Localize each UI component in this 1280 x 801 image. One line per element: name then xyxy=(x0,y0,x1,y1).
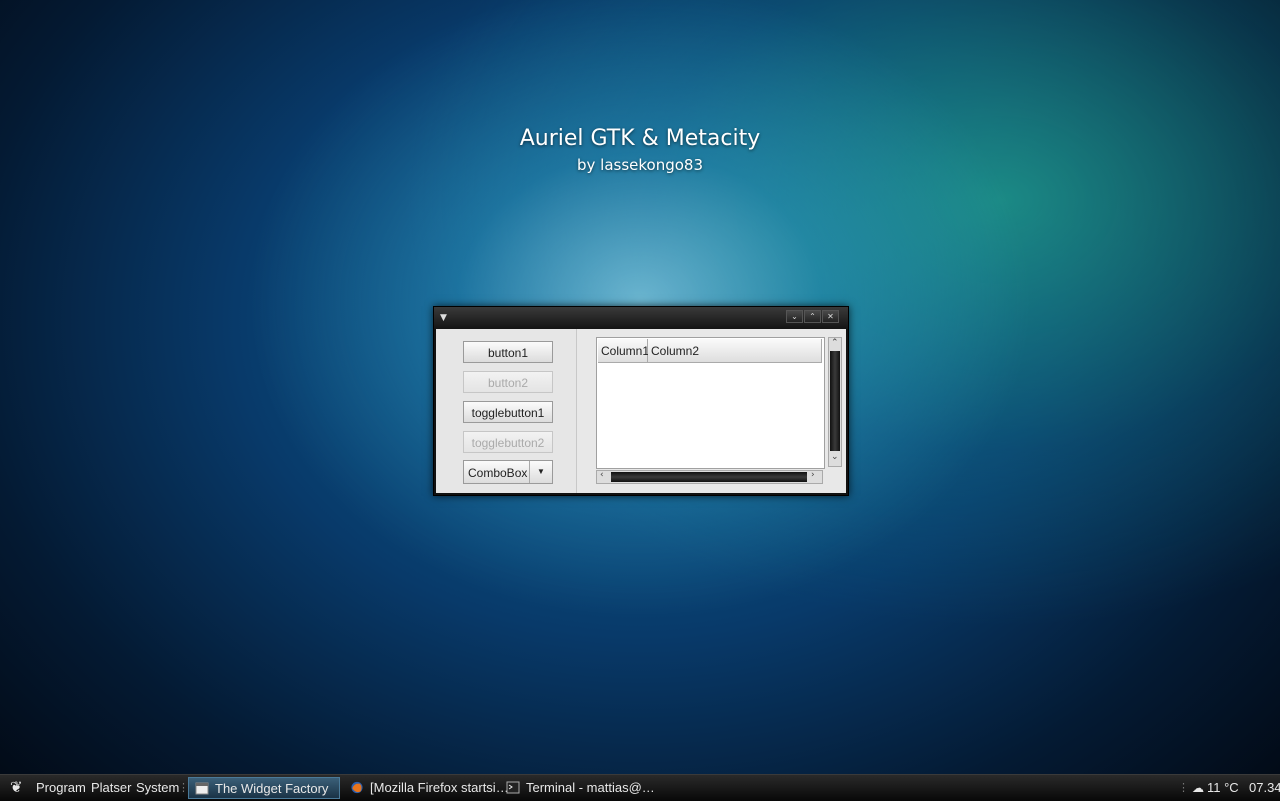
scroll-right-icon[interactable]: › xyxy=(811,470,815,480)
wallpaper-title: Auriel GTK & Metacity xyxy=(519,126,761,151)
button2-disabled: button2 xyxy=(463,371,553,393)
column-header-1[interactable]: Column1 xyxy=(598,339,649,363)
menu-arrow-icon[interactable]: ▼ xyxy=(440,313,447,323)
column-header-2[interactable]: Column2 xyxy=(648,339,822,363)
task-firefox[interactable]: [Mozilla Firefox startsi… xyxy=(344,777,509,799)
widget-factory-window[interactable]: ▼ ⌄ ⌃ ✕ button1 button2 togglebutton1 to… xyxy=(433,306,849,496)
chevron-down-icon[interactable]: ▼ xyxy=(529,461,552,483)
right-pane: Column1 Column2 ⌃ ⌄ ‹ › xyxy=(577,329,846,493)
close-icon[interactable]: ✕ xyxy=(822,310,839,323)
task-label: Terminal - mattias@… xyxy=(526,780,655,795)
minimize-icon[interactable]: ⌄ xyxy=(786,310,803,323)
horizontal-scroll-thumb[interactable] xyxy=(611,472,807,482)
combobox[interactable]: ComboBox ▼ xyxy=(463,460,553,484)
horizontal-scrollbar[interactable]: ‹ › xyxy=(596,470,823,484)
left-pane: button1 button2 togglebutton1 togglebutt… xyxy=(436,329,577,493)
task-label: [Mozilla Firefox startsi… xyxy=(370,780,509,795)
terminal-icon xyxy=(506,781,520,794)
vertical-scrollbar[interactable]: ⌃ ⌄ xyxy=(828,337,842,467)
menu-platser[interactable]: Platser xyxy=(91,775,131,801)
taskbar: ❦ Program Platser System ⋮ The Widget Fa… xyxy=(0,774,1280,801)
window-client: button1 button2 togglebutton1 togglebutt… xyxy=(436,329,846,493)
button1[interactable]: button1 xyxy=(463,341,553,363)
togglebutton2-disabled: togglebutton2 xyxy=(463,431,553,453)
window-titlebar[interactable]: ▼ ⌄ ⌃ ✕ xyxy=(434,307,848,329)
maximize-icon[interactable]: ⌃ xyxy=(804,310,821,323)
tree-view[interactable]: Column1 Column2 xyxy=(596,337,825,469)
clock[interactable]: 07.34 xyxy=(1249,775,1280,801)
gnome-foot-icon[interactable]: ❦ xyxy=(10,775,23,801)
weather-cloud-icon[interactable]: ☁ xyxy=(1192,775,1204,801)
scroll-left-icon[interactable]: ‹ xyxy=(600,470,604,480)
task-terminal[interactable]: Terminal - mattias@… xyxy=(500,777,655,799)
window-icon xyxy=(195,782,209,795)
wallpaper-subtitle: by lassekongo83 xyxy=(576,156,703,174)
vertical-scroll-thumb[interactable] xyxy=(830,351,840,451)
task-widget-factory[interactable]: The Widget Factory xyxy=(188,777,340,799)
taskbar-separator: ⋮ xyxy=(1178,782,1189,794)
menu-system[interactable]: System xyxy=(136,775,179,801)
combobox-value: ComboBox xyxy=(468,466,528,480)
togglebutton1[interactable]: togglebutton1 xyxy=(463,401,553,423)
menu-program[interactable]: Program xyxy=(36,775,86,801)
weather-temperature[interactable]: 11 °C xyxy=(1207,775,1239,801)
firefox-icon xyxy=(351,781,363,794)
scroll-up-icon[interactable]: ⌃ xyxy=(831,338,839,348)
task-label: The Widget Factory xyxy=(215,781,329,796)
scroll-down-icon[interactable]: ⌄ xyxy=(831,452,839,462)
